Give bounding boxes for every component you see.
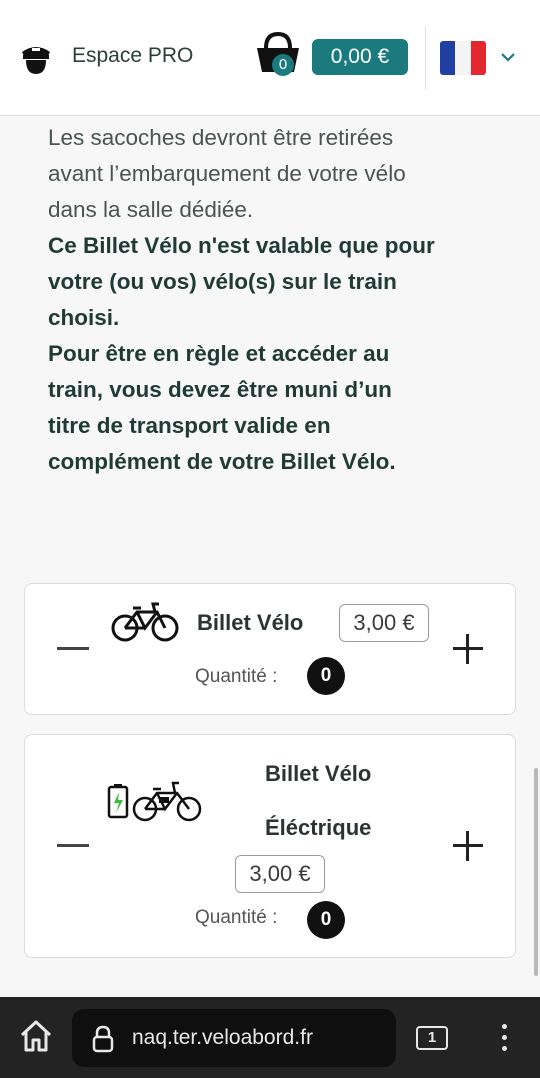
- product-title-line1: Billet Vélo: [265, 761, 372, 786]
- cart-total-button[interactable]: 0,00 €: [312, 39, 408, 75]
- increase-quantity-button[interactable]: [453, 634, 483, 664]
- product-card-billet-velo-electrique: Billet Vélo Éléctrique 3,00 € Quantité :…: [24, 734, 516, 958]
- url-text: naq.ter.veloabord.fr: [132, 1026, 313, 1049]
- info-text: correspondant à votre situation. Les sac…: [48, 100, 508, 480]
- bold-line: choisi.: [48, 305, 120, 330]
- lock-icon: [92, 1025, 114, 1053]
- bold-line: complément de votre Billet Vélo.: [48, 449, 396, 474]
- quantity-label: Quantité :: [195, 907, 278, 928]
- para-line: avant l’embarquement de votre vélo: [48, 161, 406, 186]
- chevron-down-icon[interactable]: [500, 49, 516, 65]
- address-bar[interactable]: naq.ter.veloabord.fr: [72, 1009, 396, 1067]
- decrease-quantity-button[interactable]: [57, 844, 89, 847]
- bold-line: train, vous devez être muni d’un: [48, 377, 392, 402]
- quantity-badge: 0: [307, 901, 345, 939]
- page-scrollbar[interactable]: [534, 768, 538, 976]
- quantity-badge: 0: [307, 657, 345, 695]
- product-title: Billet Vélo: [197, 610, 304, 635]
- quantity-label: Quantité :: [195, 666, 278, 687]
- bicycle-icon: [111, 602, 179, 642]
- header-divider: [425, 26, 426, 90]
- para-line: dans la salle dédiée.: [48, 197, 254, 222]
- espace-pro-link[interactable]: Espace PRO: [72, 44, 193, 68]
- france-flag-icon[interactable]: [440, 41, 486, 75]
- bold-line: Pour être en règle et accéder au: [48, 341, 390, 366]
- product-price: 3,00 €: [339, 604, 429, 642]
- more-menu-icon[interactable]: [500, 1024, 508, 1052]
- app-header: Espace PRO 0 0,00 €: [0, 0, 540, 116]
- browser-toolbar: naq.ter.veloabord.fr 1: [0, 997, 540, 1078]
- bold-line: votre (ou vos) vélo(s) sur le train: [48, 269, 397, 294]
- electric-bicycle-icon: [107, 781, 202, 822]
- cart-count-badge: 0: [272, 54, 294, 76]
- bold-line: Ce Billet Vélo n'est valable que pour: [48, 233, 435, 258]
- product-card-billet-velo: Billet Vélo 3,00 € Quantité : 0: [24, 583, 516, 715]
- conductor-cap-icon[interactable]: [16, 38, 56, 78]
- para-line: Les sacoches devront être retirées: [48, 125, 394, 150]
- increase-quantity-button[interactable]: [453, 831, 483, 861]
- product-title-line2: Éléctrique: [265, 815, 372, 840]
- home-icon[interactable]: [18, 1018, 54, 1054]
- decrease-quantity-button[interactable]: [57, 647, 89, 650]
- product-price: 3,00 €: [235, 855, 325, 893]
- bold-line: titre de transport valide en: [48, 413, 331, 438]
- tabs-icon[interactable]: 1: [416, 1026, 448, 1050]
